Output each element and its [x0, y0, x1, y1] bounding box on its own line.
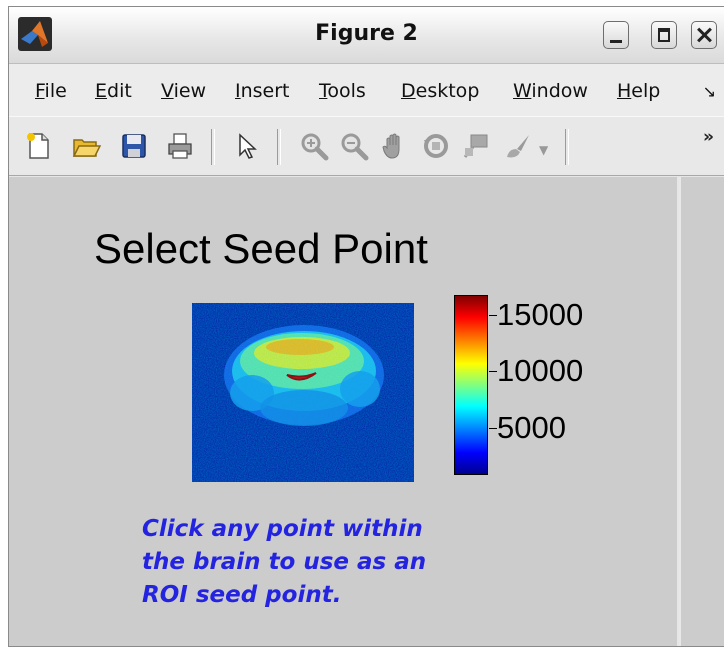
new-figure-icon[interactable]	[23, 131, 53, 161]
dropdown-arrow-icon[interactable]: ▼	[539, 143, 548, 157]
instruction-line: the brain to use as an	[142, 549, 427, 575]
menu-file[interactable]: File	[35, 80, 67, 102]
axes-title: Select Seed Point	[94, 225, 428, 272]
brush-icon[interactable]	[503, 131, 533, 161]
minimize-button[interactable]	[603, 21, 629, 49]
menu-help[interactable]: Help	[617, 80, 660, 102]
colorbar[interactable]	[454, 295, 488, 475]
menu-tools[interactable]: Tools	[319, 80, 366, 102]
zoom-in-icon[interactable]	[299, 131, 329, 161]
menu-view[interactable]: View	[161, 80, 206, 102]
menu-bar: File Edit View Insert Tools Desktop Wind…	[9, 64, 724, 116]
menu-insert[interactable]: Insert	[235, 80, 290, 102]
colorbar-label: 10000	[497, 353, 584, 388]
figure-side-panel	[679, 177, 724, 646]
menu-overflow-icon[interactable]: ↘	[703, 82, 716, 101]
menu-desktop[interactable]: Desktop	[401, 80, 479, 102]
instruction-line: Click any point within	[142, 516, 423, 542]
select-arrow-icon[interactable]	[231, 131, 261, 161]
data-cursor-icon[interactable]	[461, 131, 491, 161]
colorbar-tick	[489, 315, 497, 316]
colorbar-label: 15000	[497, 297, 584, 332]
colorbar-tick	[489, 428, 497, 429]
figure-canvas[interactable]: Select Seed Point 15000 10000 5000 Click…	[9, 177, 677, 646]
instruction-line: ROI seed point.	[142, 582, 342, 608]
close-button[interactable]	[691, 21, 717, 49]
rotate-3d-icon[interactable]	[421, 131, 451, 161]
save-icon[interactable]	[119, 131, 149, 161]
pan-hand-icon[interactable]	[379, 131, 409, 161]
mri-image[interactable]	[192, 303, 414, 482]
print-icon[interactable]	[165, 131, 195, 161]
colorbar-tick	[489, 371, 497, 372]
toolbar-overflow-icon[interactable]: »	[703, 127, 714, 147]
toolbar-separator	[565, 129, 569, 165]
open-file-icon[interactable]	[71, 131, 101, 161]
zoom-out-icon[interactable]	[339, 131, 369, 161]
figure-window: Figure 2 File Edit View Insert Tools Des…	[8, 6, 724, 647]
maximize-button[interactable]	[651, 21, 677, 49]
colorbar-label: 5000	[497, 410, 566, 445]
title-bar[interactable]: Figure 2	[9, 7, 724, 64]
toolbar: ▼ »	[9, 116, 724, 176]
toolbar-separator	[277, 129, 281, 165]
instruction-text: Click any point within the brain to use …	[142, 513, 426, 612]
menu-edit[interactable]: Edit	[95, 80, 132, 102]
menu-window[interactable]: Window	[513, 80, 588, 102]
toolbar-separator	[211, 129, 215, 165]
